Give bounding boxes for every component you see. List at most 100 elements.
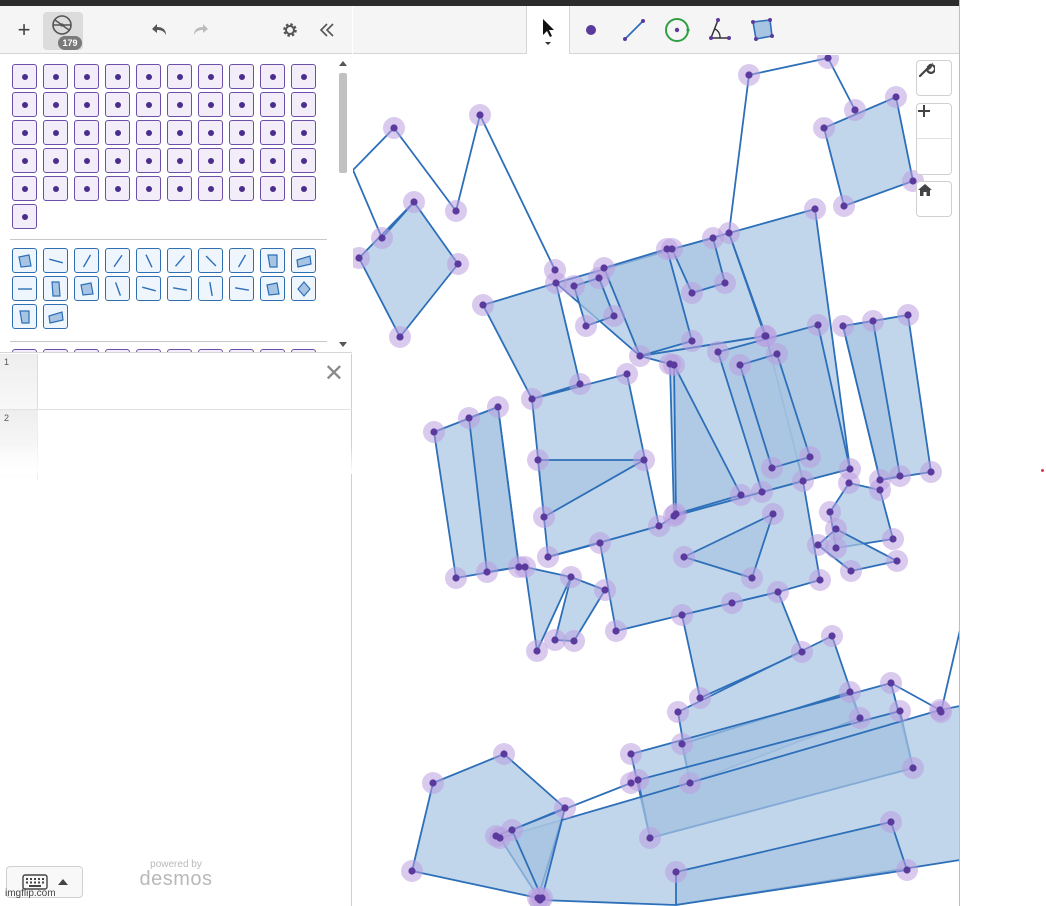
- polygon-object-icon[interactable]: [291, 248, 316, 273]
- point-object-icon[interactable]: [12, 204, 37, 229]
- point-object-icon[interactable]: [198, 148, 223, 173]
- point-object-icon[interactable]: [105, 120, 130, 145]
- point[interactable]: [355, 254, 363, 262]
- point[interactable]: [686, 779, 694, 787]
- point[interactable]: [845, 479, 853, 487]
- point[interactable]: [909, 764, 917, 772]
- point[interactable]: [483, 568, 491, 576]
- point-object-icon[interactable]: [12, 120, 37, 145]
- point-object-icon[interactable]: [74, 92, 99, 117]
- circle-tool-button[interactable]: [658, 12, 696, 48]
- point-object-icon[interactable]: [167, 64, 192, 89]
- point[interactable]: [500, 750, 508, 758]
- point[interactable]: [668, 245, 676, 253]
- undo-button[interactable]: [146, 16, 174, 44]
- point[interactable]: [889, 535, 897, 543]
- point[interactable]: [430, 428, 438, 436]
- point[interactable]: [600, 264, 608, 272]
- point[interactable]: [816, 576, 824, 584]
- point-object-icon[interactable]: [105, 349, 130, 352]
- point-object-icon[interactable]: [136, 64, 161, 89]
- point-object-icon[interactable]: [105, 92, 130, 117]
- point[interactable]: [758, 488, 766, 496]
- point[interactable]: [640, 456, 648, 464]
- powered-by-desmos[interactable]: powered by desmos: [136, 859, 216, 891]
- point-object-icon[interactable]: [167, 148, 192, 173]
- point[interactable]: [721, 279, 729, 287]
- point[interactable]: [846, 465, 854, 473]
- expression-row[interactable]: 1 ✕: [0, 354, 352, 410]
- segment-object-icon[interactable]: [229, 276, 254, 301]
- point[interactable]: [869, 317, 877, 325]
- point[interactable]: [646, 834, 654, 842]
- default-view-button[interactable]: [916, 181, 952, 217]
- segment-object-icon[interactable]: [105, 276, 130, 301]
- point[interactable]: [736, 361, 744, 369]
- polygon-shape[interactable]: [482, 282, 581, 400]
- point[interactable]: [896, 472, 904, 480]
- point[interactable]: [840, 202, 848, 210]
- add-item-button[interactable]: +: [8, 14, 40, 46]
- polygon-shape[interactable]: [358, 201, 459, 338]
- point[interactable]: [634, 776, 642, 784]
- point-object-icon[interactable]: [291, 92, 316, 117]
- point[interactable]: [887, 679, 895, 687]
- point[interactable]: [454, 260, 462, 268]
- point[interactable]: [828, 632, 836, 640]
- point[interactable]: [465, 414, 473, 422]
- point[interactable]: [670, 361, 678, 369]
- point[interactable]: [410, 198, 418, 206]
- point-object-icon[interactable]: [260, 120, 285, 145]
- point[interactable]: [508, 826, 516, 834]
- point[interactable]: [396, 333, 404, 341]
- point-object-icon[interactable]: [260, 148, 285, 173]
- point[interactable]: [748, 574, 756, 582]
- point[interactable]: [846, 688, 854, 696]
- point[interactable]: [832, 525, 840, 533]
- point[interactable]: [688, 337, 696, 345]
- objects-toggle-button[interactable]: 179: [43, 12, 83, 50]
- point[interactable]: [814, 321, 822, 329]
- point[interactable]: [636, 352, 644, 360]
- point-object-icon[interactable]: [198, 120, 223, 145]
- point[interactable]: [811, 205, 819, 213]
- point-object-icon[interactable]: [260, 349, 285, 352]
- point-object-icon[interactable]: [43, 148, 68, 173]
- settings-button[interactable]: [276, 16, 304, 44]
- point[interactable]: [768, 464, 776, 472]
- point-object-icon[interactable]: [12, 349, 37, 352]
- polygon-object-icon[interactable]: [260, 248, 285, 273]
- point[interactable]: [773, 350, 781, 358]
- point-object-icon[interactable]: [260, 92, 285, 117]
- point[interactable]: [903, 866, 911, 874]
- point[interactable]: [688, 289, 696, 297]
- scrollbar-thumb[interactable]: [339, 73, 347, 173]
- point[interactable]: [856, 714, 864, 722]
- point-object-icon[interactable]: [74, 64, 99, 89]
- point[interactable]: [904, 311, 912, 319]
- point[interactable]: [725, 229, 733, 237]
- point[interactable]: [887, 818, 895, 826]
- collapse-panel-button[interactable]: [314, 16, 340, 44]
- move-tool-button[interactable]: [526, 6, 570, 54]
- segment-object-icon[interactable]: [74, 248, 99, 273]
- point-object-icon[interactable]: [291, 64, 316, 89]
- point-object-icon[interactable]: [167, 120, 192, 145]
- point-object-icon[interactable]: [260, 176, 285, 201]
- point[interactable]: [820, 124, 828, 132]
- point[interactable]: [762, 332, 770, 340]
- segment-object-icon[interactable]: [105, 248, 130, 273]
- zoom-out-button[interactable]: [917, 110, 951, 174]
- point-object-icon[interactable]: [136, 120, 161, 145]
- graph-canvas[interactable]: [353, 55, 960, 906]
- point-object-icon[interactable]: [198, 92, 223, 117]
- point[interactable]: [596, 539, 604, 547]
- point[interactable]: [540, 513, 548, 521]
- point[interactable]: [492, 832, 500, 840]
- point[interactable]: [709, 234, 717, 242]
- point-tool-button[interactable]: [572, 12, 610, 48]
- point[interactable]: [567, 573, 575, 581]
- point-object-icon[interactable]: [229, 92, 254, 117]
- point[interactable]: [552, 279, 560, 287]
- point[interactable]: [714, 348, 722, 356]
